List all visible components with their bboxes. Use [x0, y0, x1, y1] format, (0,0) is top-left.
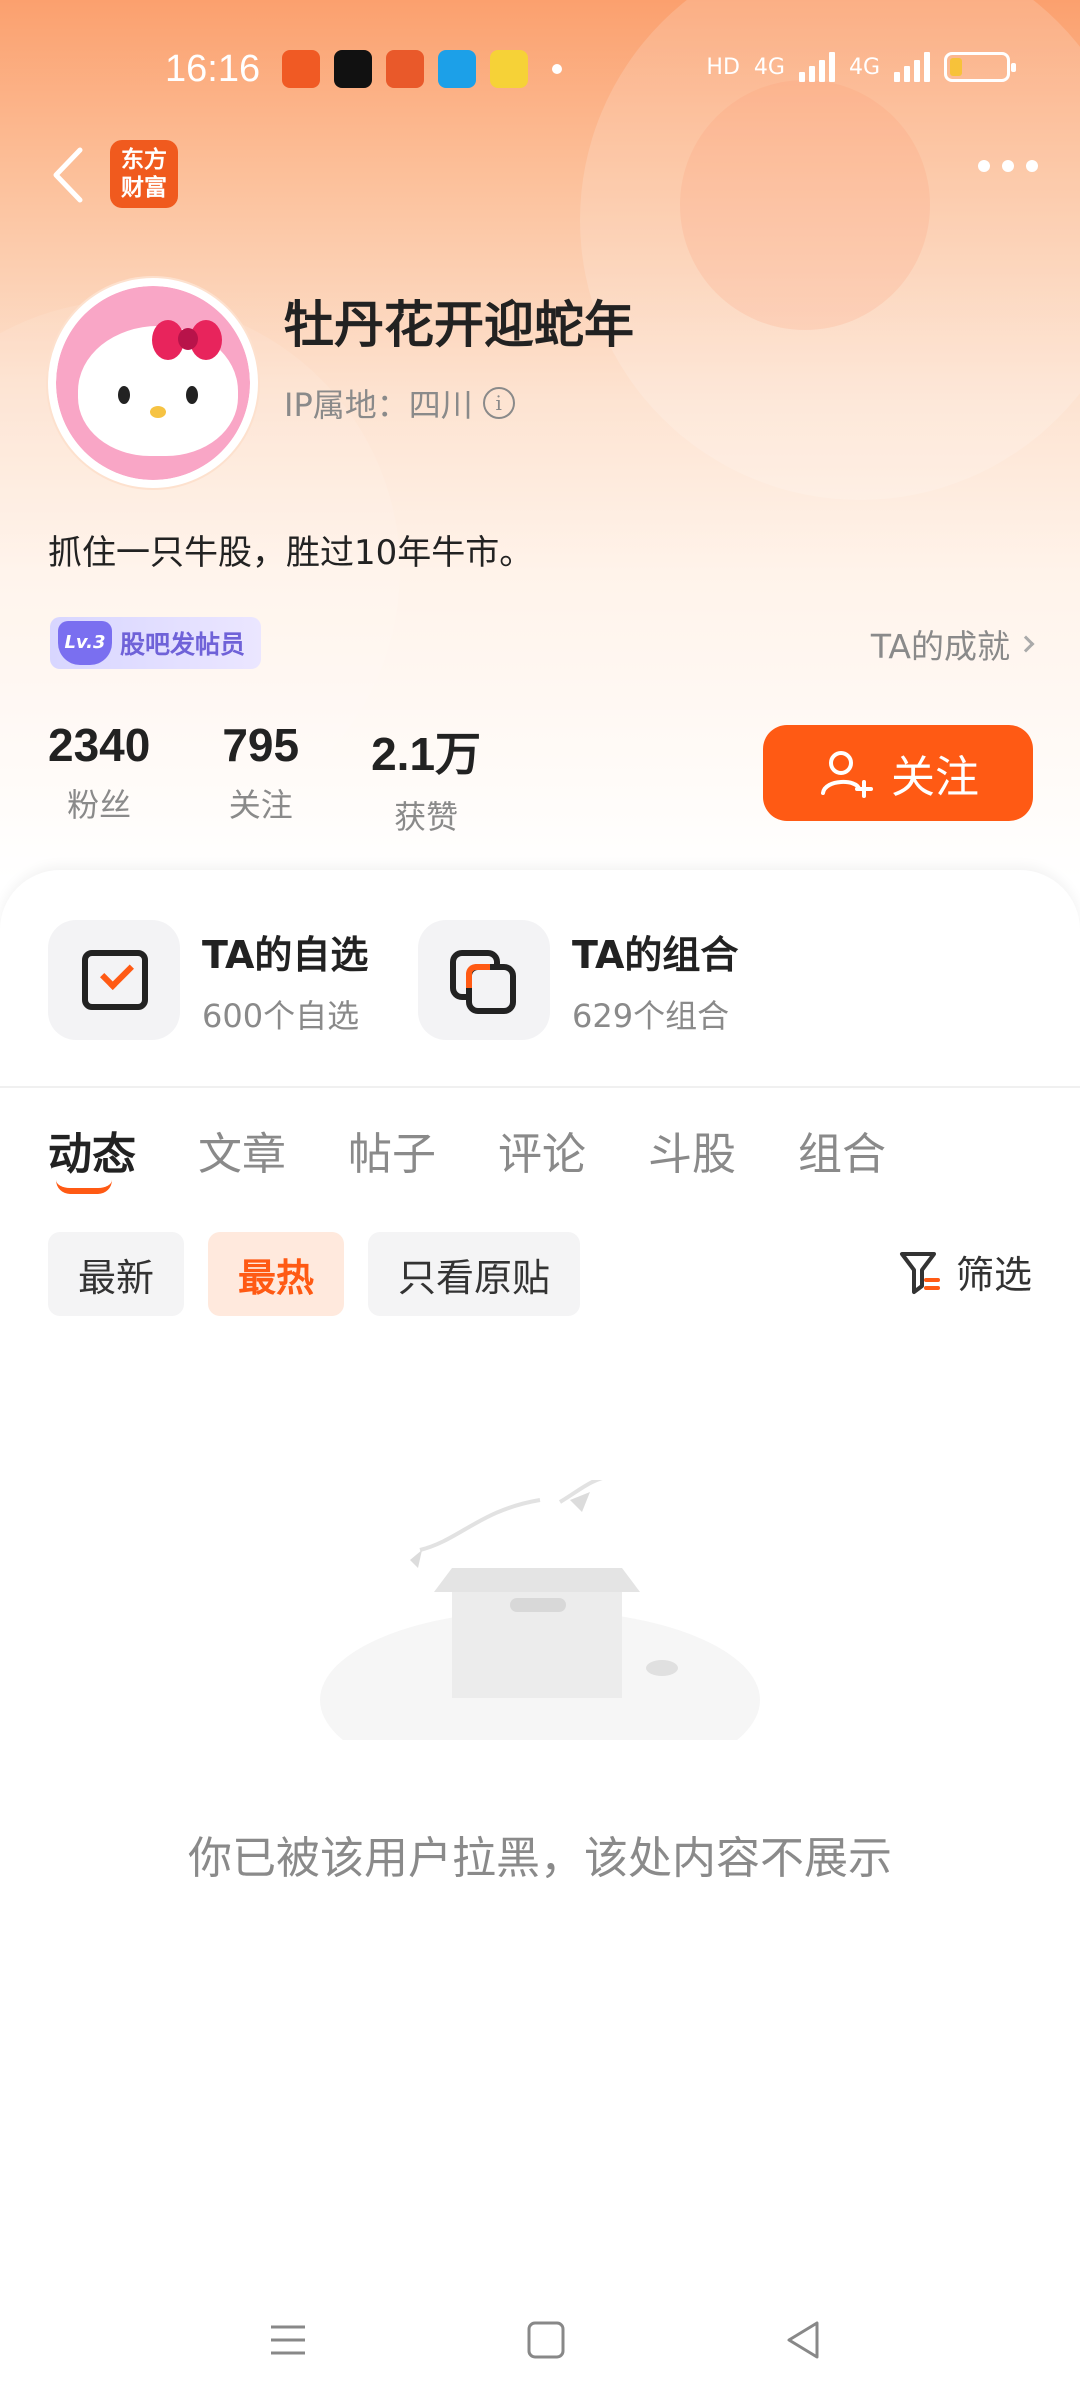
level-badge[interactable]: Lv.3 股吧发帖员	[50, 617, 262, 669]
empty-state-message: 你已被该用户拉黑，该处内容不展示	[188, 1833, 892, 1884]
tab-comments[interactable]: 评论	[498, 1118, 586, 1182]
menu-icon	[271, 2325, 305, 2355]
system-navigation-bar	[0, 2300, 1080, 2400]
active-tab-indicator	[56, 1180, 112, 1194]
recent-apps-button[interactable]	[248, 2300, 328, 2380]
level-shield-icon: Lv.3	[58, 621, 112, 665]
chevron-left-icon	[53, 147, 83, 203]
home-button[interactable]	[506, 2300, 586, 2380]
more-notifications-dot	[552, 64, 562, 74]
info-icon[interactable]: i	[482, 387, 515, 419]
tab-portfolios[interactable]: 组合	[798, 1118, 886, 1182]
add-user-icon	[821, 751, 873, 798]
system-back-button[interactable]	[764, 2300, 844, 2380]
divider	[0, 1086, 1080, 1088]
tiktok-notification-icon	[334, 50, 372, 88]
tab-posts[interactable]: 帖子	[348, 1118, 436, 1182]
home-square-icon	[527, 2321, 565, 2359]
game-notification-icon	[490, 50, 528, 88]
network-type-2: 4G	[848, 54, 880, 80]
stat-likes[interactable]: 2.1万 获赞	[371, 718, 481, 838]
ip-location: IP属地：四川 i	[284, 380, 515, 426]
tab-articles[interactable]: 文章	[198, 1118, 286, 1182]
system-status-icons: HD 4G 4G	[706, 52, 1016, 82]
more-options-button[interactable]	[978, 160, 1038, 172]
stat-following[interactable]: 795 关注	[222, 718, 299, 838]
filter-icon	[899, 1251, 940, 1294]
tab-stock-battle[interactable]: 斗股	[648, 1118, 736, 1182]
profile-bio: 抓住一只牛股，胜过10年牛市。	[48, 533, 534, 573]
back-button[interactable]	[40, 140, 100, 210]
app-notification-icon	[282, 50, 320, 88]
avatar[interactable]	[48, 278, 258, 488]
network-type-1: 4G	[753, 54, 785, 80]
profile-nickname: 牡丹花开迎蛇年	[284, 296, 634, 354]
portfolio-icon	[418, 920, 550, 1040]
chip-hottest[interactable]: 最热	[208, 1232, 345, 1316]
notification-icons	[282, 50, 562, 88]
chevron-right-icon	[1017, 635, 1035, 653]
watchlist-icon	[48, 920, 180, 1040]
portfolio-link[interactable]: TA的组合 629个组合	[418, 920, 738, 1040]
content-tabs: 动态 文章 帖子 评论 斗股 组合	[48, 1118, 886, 1194]
signal-icon	[798, 52, 835, 82]
browser-notification-icon	[438, 50, 476, 88]
sort-chips: 最新 最热 只看原贴	[48, 1232, 581, 1316]
profile-stats: 2340 粉丝 795 关注 2.1万 获赞	[48, 718, 553, 838]
signal-icon-2	[894, 52, 930, 82]
app-logo[interactable]: 东方 财富	[110, 140, 178, 208]
back-triangle-icon	[787, 2321, 819, 2359]
chip-original-only[interactable]: 只看原贴	[368, 1232, 581, 1316]
hd-icon: HD	[706, 54, 740, 80]
tab-dynamics[interactable]: 动态	[48, 1118, 136, 1194]
bow-icon	[152, 312, 222, 368]
battery-icon	[944, 52, 1016, 82]
more-dots-icon	[978, 160, 990, 172]
chip-latest[interactable]: 最新	[48, 1232, 185, 1316]
follow-button[interactable]: 关注	[763, 725, 1033, 821]
status-bar: 16:16 HD 4G 4G	[0, 0, 1080, 140]
empty-box-illustration	[320, 1480, 760, 1740]
badge-label: 股吧发帖员	[120, 630, 246, 659]
status-time: 16:16	[165, 48, 261, 90]
achievements-link[interactable]: TA的成就	[871, 620, 1035, 668]
reader-notification-icon	[386, 50, 424, 88]
filter-button[interactable]: 筛选	[898, 1244, 1032, 1299]
watchlist-link[interactable]: TA的自选 600个自选	[48, 920, 368, 1040]
stat-followers[interactable]: 2340 粉丝	[48, 718, 150, 838]
